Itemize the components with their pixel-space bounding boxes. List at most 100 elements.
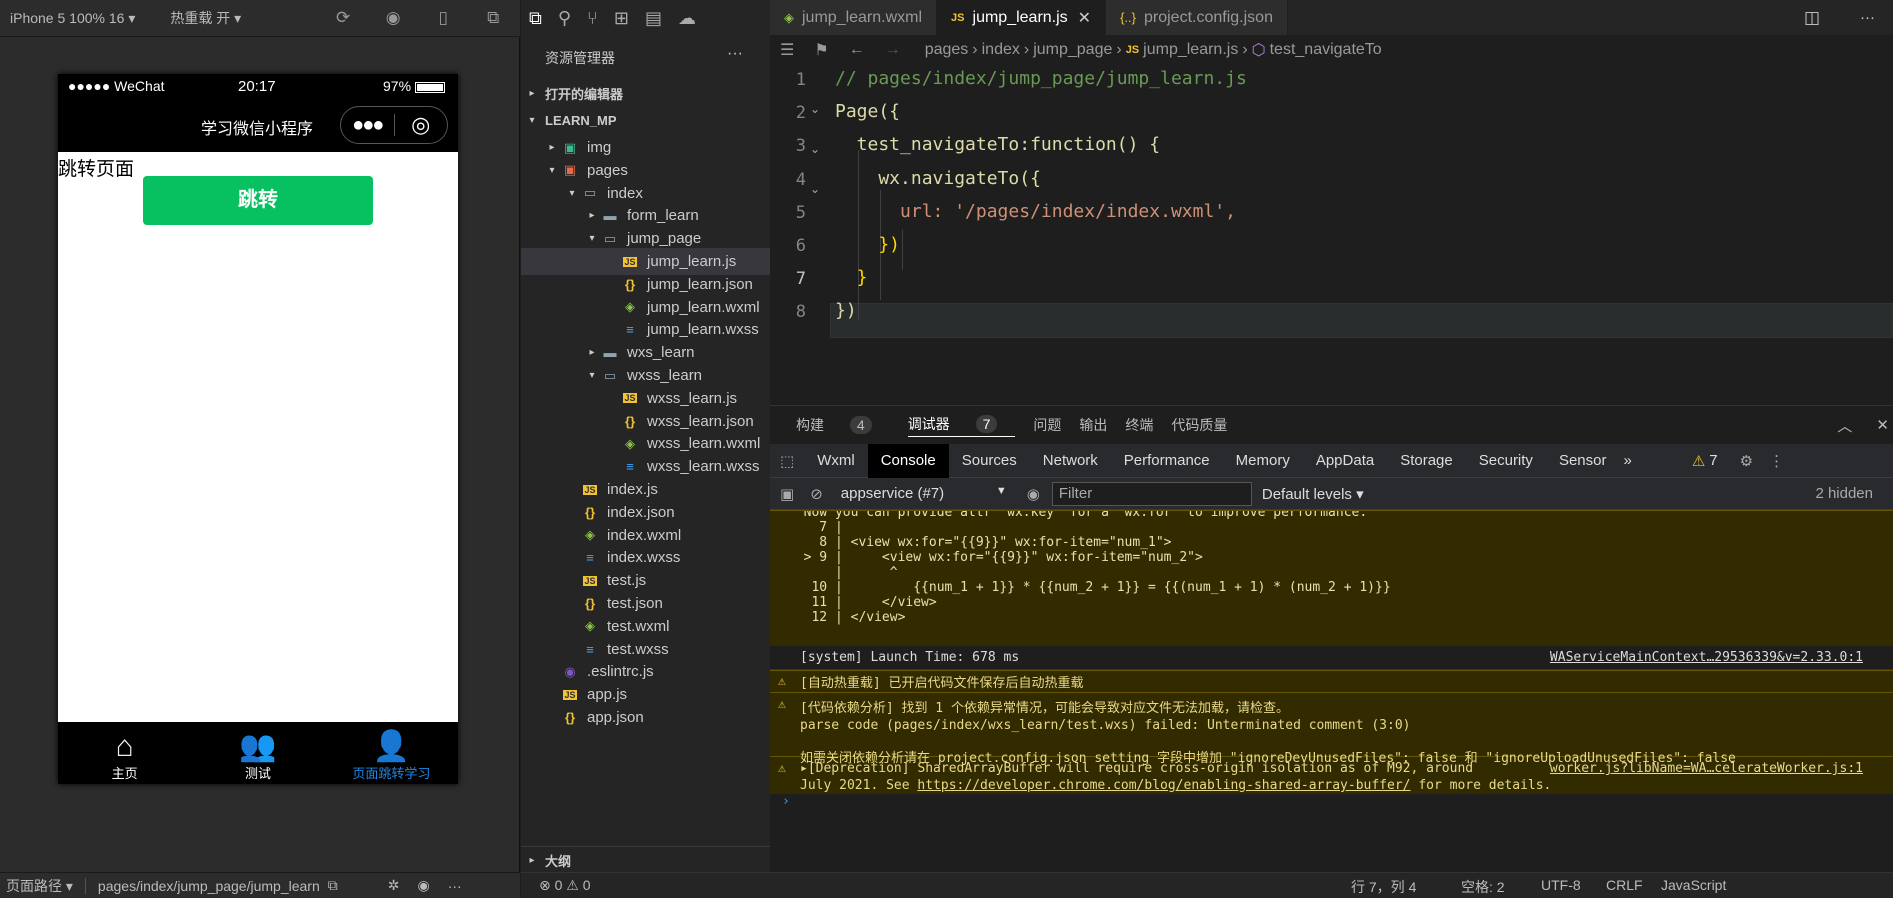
more-tabs-icon[interactable]: »	[1623, 452, 1631, 469]
storage-icon[interactable]: ▤	[645, 8, 662, 29]
tab-build[interactable]: 构建 4	[796, 415, 890, 435]
extensions-icon[interactable]: ⊞	[614, 8, 629, 29]
tab-jump-learn-wxml[interactable]: ◈ jump_learn.wxml	[770, 0, 938, 35]
device-select[interactable]: iPhone 5 100% 16 ▾	[10, 10, 135, 27]
tab-test[interactable]: 👥 测试	[191, 722, 324, 784]
tab-project-config[interactable]: {..} project.config.json	[1106, 0, 1288, 35]
close-icon[interactable]: ✕	[1078, 8, 1091, 28]
tab-code-quality[interactable]: 代码质量	[1171, 415, 1227, 435]
sidebar-icon[interactable]: ▣	[780, 485, 794, 503]
filter-input[interactable]: Filter	[1051, 481, 1252, 506]
crumb-jump-page[interactable]: jump_page	[1033, 41, 1112, 59]
code-line[interactable]: url: '/pages/index/index.wxml',	[835, 201, 1236, 222]
indent-setting[interactable]: 空格: 2	[1461, 877, 1505, 897]
more-icon[interactable]: ···	[1860, 0, 1875, 35]
tab-terminal[interactable]: 终端	[1125, 415, 1153, 435]
file-icon: ▬	[603, 208, 617, 224]
tree-item-label: test.wxss	[607, 640, 669, 658]
inspect-icon[interactable]: ⬚	[780, 452, 794, 470]
encoding[interactable]: UTF-8	[1541, 877, 1581, 893]
more-icon[interactable]: ···	[448, 878, 462, 894]
forward-icon[interactable]: →	[885, 41, 901, 59]
source-link[interactable]: worker.js?libName=WA…celerateWorker.js:1	[1550, 761, 1863, 776]
breadcrumb: ☰ ⚑ ← → pages › index › jump_page › JS jump…	[780, 40, 1382, 60]
chevron-up-icon[interactable]: ︿	[1837, 415, 1852, 436]
clear-icon[interactable]: ⊘	[810, 485, 823, 503]
close-icon[interactable]: ✕	[1876, 416, 1889, 434]
tab-debugger[interactable]: 调试器 7	[907, 414, 1016, 437]
cloud-icon[interactable]: ☁	[678, 8, 696, 29]
window-icon[interactable]: ⧉	[483, 8, 503, 28]
crumb-method[interactable]: test_navigateTo	[1270, 41, 1382, 59]
hotreload-select[interactable]: 热重载 开 ▾	[170, 8, 241, 28]
bookmark-icon[interactable]: ⚑	[814, 40, 828, 60]
code-line[interactable]: // pages/index/jump_page/jump_learn.js	[835, 68, 1247, 89]
tab-network[interactable]: Network	[1030, 444, 1111, 478]
fold-icon[interactable]: ⌄	[810, 182, 820, 196]
tab-home[interactable]: ⌂ 主页	[58, 722, 191, 784]
levels-select[interactable]: Default levels ▾	[1262, 485, 1364, 503]
split-editor-icon[interactable]: ◫	[1804, 0, 1820, 35]
code-line[interactable]: })	[835, 300, 857, 321]
tab-sensor[interactable]: Sensor	[1546, 444, 1620, 478]
code-line[interactable]: Page({	[835, 101, 900, 122]
tab-output[interactable]: 输出	[1079, 415, 1107, 435]
tab-memory[interactable]: Memory	[1223, 444, 1303, 478]
tree-item[interactable]: {} app.json	[521, 704, 770, 731]
tab-storage[interactable]: Storage	[1387, 444, 1466, 478]
language-mode[interactable]: JavaScript	[1661, 877, 1726, 893]
files-icon[interactable]: ⧉	[529, 8, 542, 29]
more-icon[interactable]: ···	[727, 45, 743, 63]
fold-icon[interactable]: ⌄	[810, 142, 820, 156]
bug-icon[interactable]: ✲	[388, 877, 400, 894]
eye-icon[interactable]: ◉	[1027, 485, 1040, 503]
cursor-position[interactable]: 行 7，列 4	[1351, 877, 1416, 897]
phone-icon[interactable]: ▯	[433, 8, 453, 28]
jump-button[interactable]: 跳转	[143, 176, 373, 225]
tab-sources[interactable]: Sources	[949, 444, 1030, 478]
fold-icon[interactable]: ⌄	[810, 102, 820, 116]
gear-icon[interactable]: ⚙	[1740, 452, 1753, 470]
tab-appdata[interactable]: AppData	[1303, 444, 1387, 478]
tab-jump-learn[interactable]: 👤 页面跳转学习	[325, 722, 458, 784]
code-line[interactable]: wx.navigateTo({	[835, 168, 1041, 189]
source-control-icon[interactable]: ⑂	[587, 8, 598, 29]
chevron-icon: ▾	[569, 187, 575, 199]
source-link[interactable]: WAServiceMainContext…29536339&v=2.33.0:1	[1550, 650, 1863, 665]
outline-section[interactable]: ▸ 大纲	[521, 846, 770, 873]
tab-jump-learn-js[interactable]: JS jump_learn.js ✕	[937, 0, 1107, 35]
back-icon[interactable]: ←	[849, 41, 865, 59]
crumb-index[interactable]: index	[982, 41, 1020, 59]
copy-icon[interactable]: ⧉	[328, 877, 338, 894]
project-section[interactable]: ▾ LEARN_MP	[521, 107, 770, 134]
code-line[interactable]: }	[835, 267, 868, 288]
stop-icon[interactable]: ◉	[383, 8, 403, 28]
context-select[interactable]: appservice (#7) ▼	[841, 485, 1007, 502]
tab-console[interactable]: Console	[867, 443, 949, 478]
crumb-pages[interactable]: pages	[925, 41, 969, 59]
refresh-icon[interactable]: ⟳	[333, 8, 353, 28]
eye-icon[interactable]: ◉	[417, 877, 429, 894]
problem-counts[interactable]: ⊗ 0 ⚠ 0	[539, 877, 591, 894]
search-icon[interactable]: ⚲	[558, 8, 571, 29]
list-icon[interactable]: ☰	[780, 40, 794, 60]
tab-security[interactable]: Security	[1466, 444, 1546, 478]
code-line[interactable]: })	[835, 234, 900, 255]
capsule-button[interactable]: ●●● ◎	[340, 106, 448, 144]
tab-wxml[interactable]: Wxml	[804, 444, 868, 478]
more-icon[interactable]: ⋮	[1769, 452, 1784, 470]
more-icon[interactable]: ●●●	[341, 114, 394, 137]
code-line[interactable]: test_navigateTo:function() {	[835, 134, 1160, 155]
file-icon: {}	[584, 596, 596, 611]
line-ending[interactable]: CRLF	[1606, 877, 1643, 893]
warning-count[interactable]: 7	[1709, 452, 1717, 469]
close-mini-icon[interactable]: ◎	[394, 112, 447, 138]
page-path-select[interactable]: 页面路径 ▾	[6, 876, 73, 896]
open-editors-section[interactable]: ▸ 打开的编辑器	[521, 80, 770, 107]
crumb-file[interactable]: jump_learn.js	[1143, 41, 1238, 59]
file-icon: ▭	[583, 185, 597, 201]
docs-link[interactable]: https://developer.chrome.com/blog/enabli…	[917, 778, 1410, 793]
tab-performance[interactable]: Performance	[1111, 444, 1223, 478]
tab-problems[interactable]: 问题	[1033, 415, 1061, 435]
console-prompt[interactable]: ›	[782, 794, 1893, 814]
